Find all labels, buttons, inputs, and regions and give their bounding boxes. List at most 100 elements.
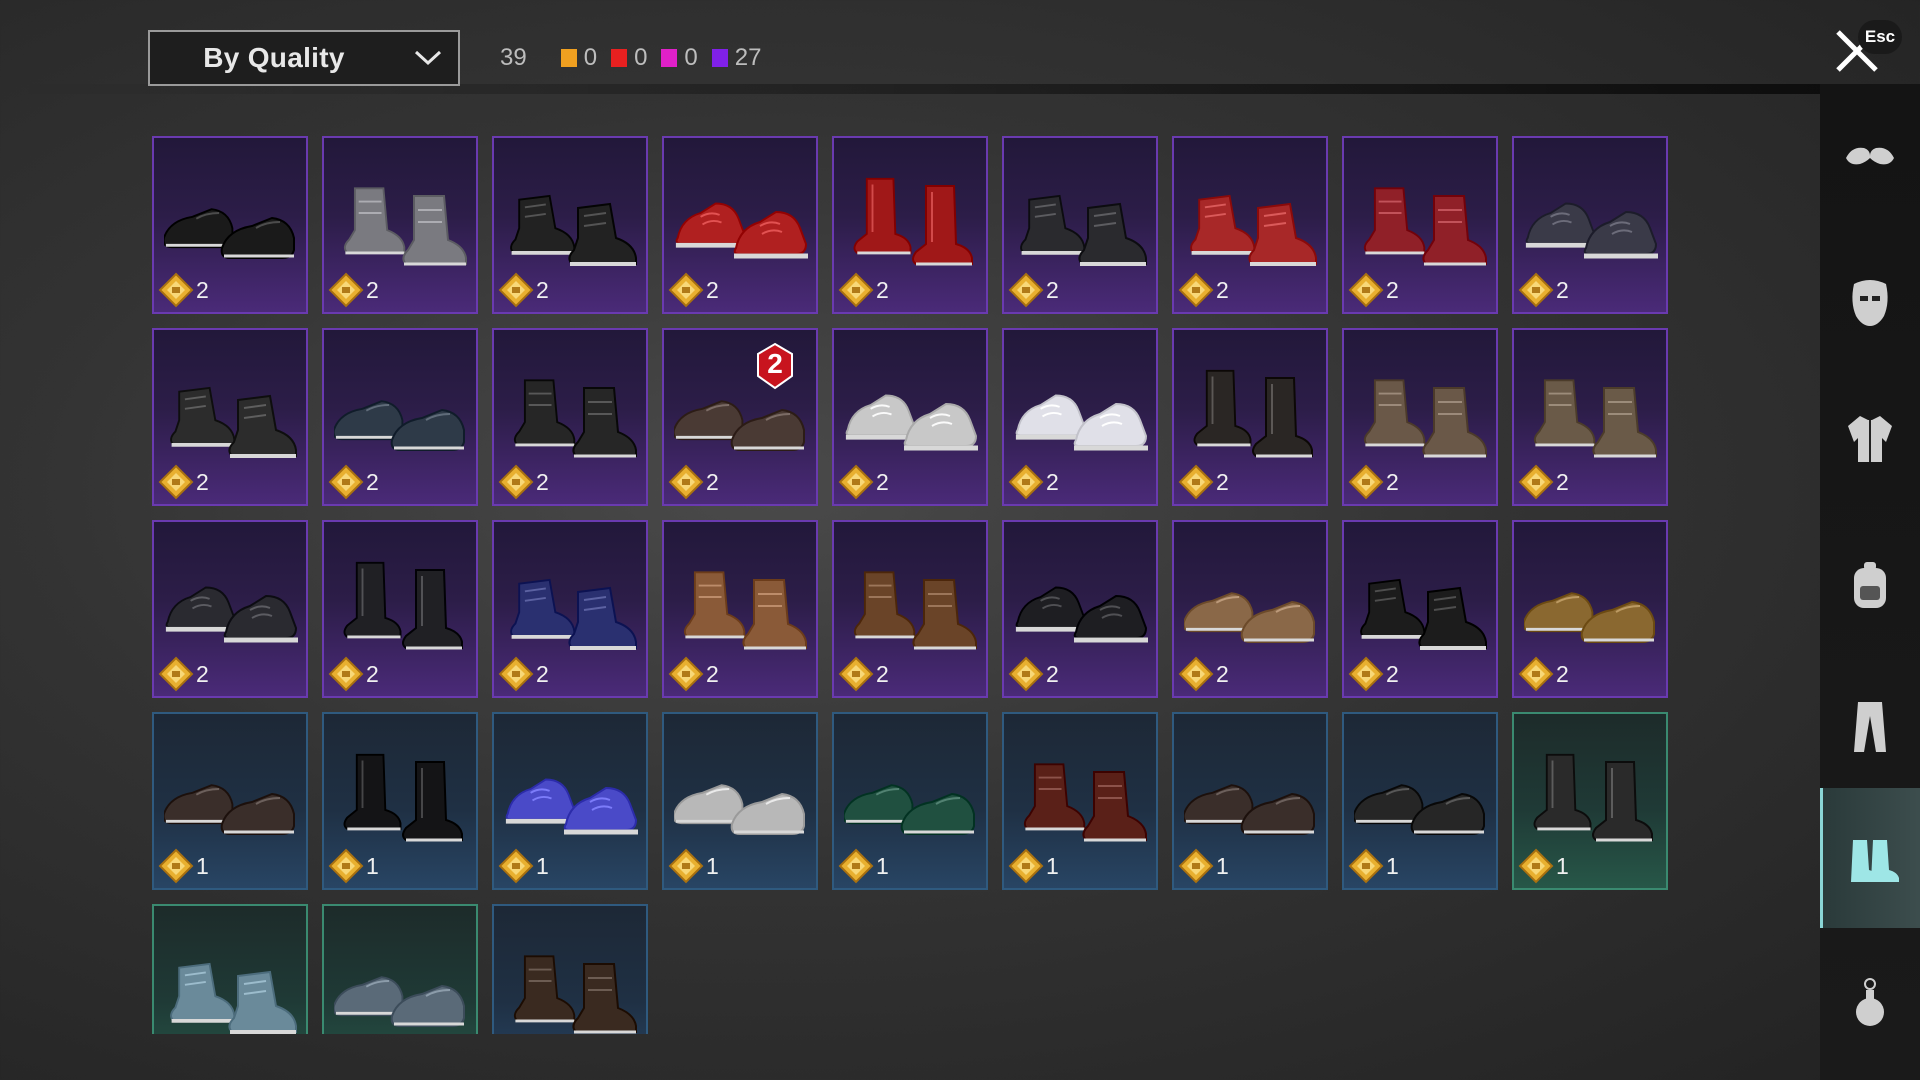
item-level-value: 1 (196, 852, 209, 879)
shoe-image (510, 194, 637, 266)
shoe-item-tile[interactable]: 1 (1002, 712, 1158, 890)
shoe-item-tile[interactable] (322, 904, 478, 1034)
level-diamond-icon (158, 656, 194, 692)
shoe-item-tile[interactable]: 2 (1342, 136, 1498, 314)
item-level: 2 (1008, 272, 1059, 308)
shoe-item-tile[interactable]: 2 (492, 328, 648, 506)
item-level: 1 (668, 848, 719, 884)
shoe-item-tile[interactable]: 2 (492, 136, 648, 314)
sidebar-item-grenade[interactable] (1820, 932, 1920, 1072)
shoe-item-tile[interactable]: 1 (832, 712, 988, 890)
shoe-item-tile[interactable]: 2 (662, 136, 818, 314)
shoe-image (1015, 586, 1148, 643)
shoe-item-tile[interactable]: 2 (492, 520, 648, 698)
shoe-item-tile[interactable]: 1 (492, 712, 648, 890)
shoe-item-tile[interactable] (492, 904, 648, 1034)
sidebar-item-jacket[interactable] (1820, 368, 1920, 508)
chevron-down-icon (398, 32, 458, 84)
level-diamond-icon (1008, 464, 1044, 500)
item-level: 1 (838, 848, 889, 884)
sidebar-item-backpack[interactable] (1820, 516, 1920, 656)
item-level: 2 (328, 656, 379, 692)
shoe-item-tile[interactable]: 1 (662, 712, 818, 890)
shoe-item-tile[interactable]: 2 2 (662, 328, 818, 506)
shoe-item-tile[interactable]: 2 (152, 136, 308, 314)
shoe-image (1184, 784, 1315, 835)
item-level-value: 2 (366, 468, 379, 495)
sidebar-item-mask[interactable] (1820, 232, 1920, 372)
item-level-value: 2 (196, 660, 209, 687)
sidebar-item-shoes[interactable] (1820, 788, 1920, 928)
shoe-item-tile[interactable]: 2 (322, 328, 478, 506)
item-level: 2 (838, 464, 889, 500)
badge-value: 2 (767, 348, 783, 379)
shoe-item-tile[interactable]: 1 (1172, 712, 1328, 890)
item-level-value: 2 (876, 468, 889, 495)
shoe-item-tile[interactable]: 2 (662, 520, 818, 698)
shoe-image (674, 784, 805, 835)
item-level-value: 2 (706, 276, 719, 303)
item-level: 2 (1348, 272, 1399, 308)
shoe-item-tile[interactable]: 1 (152, 712, 308, 890)
quality-count: 0 (611, 44, 647, 72)
item-level: 2 (838, 272, 889, 308)
item-level: 2 (328, 464, 379, 500)
level-diamond-icon (1348, 272, 1384, 308)
shoe-image (675, 202, 808, 259)
item-level-value: 2 (706, 468, 719, 495)
shoe-item-tile[interactable]: 2 (1172, 328, 1328, 506)
shoe-item-tile[interactable]: 1 (1512, 712, 1668, 890)
shoe-item-tile[interactable]: 1 (1342, 712, 1498, 890)
shoe-item-tile[interactable]: 2 (832, 328, 988, 506)
shoe-item-tile[interactable]: 2 (1512, 328, 1668, 506)
item-level: 2 (158, 464, 209, 500)
level-diamond-icon (838, 464, 874, 500)
item-level-value: 2 (1556, 468, 1569, 495)
shoe-item-tile[interactable]: 2 (1512, 136, 1668, 314)
item-level: 1 (1008, 848, 1059, 884)
shoe-item-tile[interactable]: 2 (1002, 328, 1158, 506)
level-diamond-icon (1178, 464, 1214, 500)
level-diamond-icon (1008, 848, 1044, 884)
shoe-item-tile[interactable]: 2 (832, 520, 988, 698)
shoe-item-tile[interactable]: 2 (1172, 136, 1328, 314)
shoe-item-tile[interactable] (152, 904, 308, 1034)
level-diamond-icon (1178, 848, 1214, 884)
shoe-image (845, 394, 978, 451)
shoe-image (1354, 784, 1485, 835)
level-diamond-icon (838, 656, 874, 692)
item-level: 2 (1518, 656, 1569, 692)
shoe-item-tile[interactable]: 2 (322, 520, 478, 698)
goggles-icon (1846, 147, 1894, 165)
item-level: 1 (1178, 848, 1229, 884)
level-diamond-icon (1518, 848, 1554, 884)
level-diamond-icon (1518, 464, 1554, 500)
shoe-item-tile[interactable]: 2 (1002, 136, 1158, 314)
shoe-image (1524, 592, 1655, 643)
backpack-icon (1854, 562, 1886, 608)
shoe-item-tile[interactable]: 2 (832, 136, 988, 314)
shoe-item-tile[interactable]: 2 (1342, 520, 1498, 698)
item-level-value: 2 (706, 660, 719, 687)
item-level: 1 (498, 848, 549, 884)
quality-swatch (711, 49, 728, 67)
item-level: 2 (498, 272, 549, 308)
shoe-item-tile[interactable]: 2 (152, 328, 308, 506)
shoe-item-tile[interactable]: 2 (322, 136, 478, 314)
sidebar-item-goggles[interactable] (1820, 84, 1920, 224)
shoe-item-tile[interactable]: 2 (1172, 520, 1328, 698)
sidebar-item-pants[interactable] (1820, 656, 1920, 796)
item-level: 2 (668, 464, 719, 500)
item-level: 2 (1178, 272, 1229, 308)
sort-dropdown[interactable]: By Quality (148, 30, 460, 86)
shoe-item-tile[interactable]: 2 (1002, 520, 1158, 698)
shoe-item-tile[interactable]: 2 (1512, 520, 1668, 698)
shoe-image (1190, 194, 1317, 266)
shoe-image (1360, 578, 1487, 650)
level-diamond-icon (498, 656, 534, 692)
shoe-item-tile[interactable]: 1 (322, 712, 478, 890)
shoe-image (343, 187, 467, 266)
shoe-item-tile[interactable]: 2 (1342, 328, 1498, 506)
shoe-item-tile[interactable]: 2 (152, 520, 308, 698)
item-level-value: 2 (876, 276, 889, 303)
